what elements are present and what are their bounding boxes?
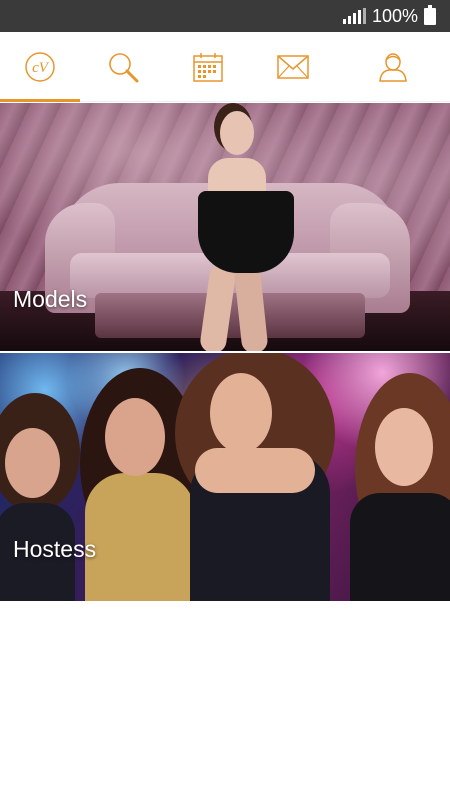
cv-logo-icon: cV — [25, 51, 55, 82]
user-icon — [378, 52, 407, 82]
tab-search[interactable] — [80, 32, 165, 102]
calendar-icon — [192, 52, 223, 82]
battery-icon — [424, 4, 436, 25]
svg-text:cV: cV — [32, 60, 50, 76]
search-icon — [108, 52, 138, 82]
signal-icon — [342, 8, 366, 24]
tab-home-logo[interactable]: cV — [0, 32, 80, 102]
battery-text: 100% — [371, 5, 418, 26]
empty-content-area — [0, 601, 450, 800]
category-tile-hostess[interactable]: Hostess — [0, 353, 450, 601]
tab-calendar[interactable] — [165, 32, 250, 102]
tab-profile[interactable] — [335, 32, 450, 102]
category-tile-models[interactable]: Models — [0, 103, 450, 351]
category-label-hostess: Hostess — [13, 536, 97, 562]
tab-messages[interactable] — [250, 32, 335, 102]
status-bar: 100% — [0, 0, 450, 32]
category-label-models: Models — [13, 286, 88, 312]
envelope-icon — [276, 54, 309, 79]
tab-bar: cV — [0, 32, 450, 102]
